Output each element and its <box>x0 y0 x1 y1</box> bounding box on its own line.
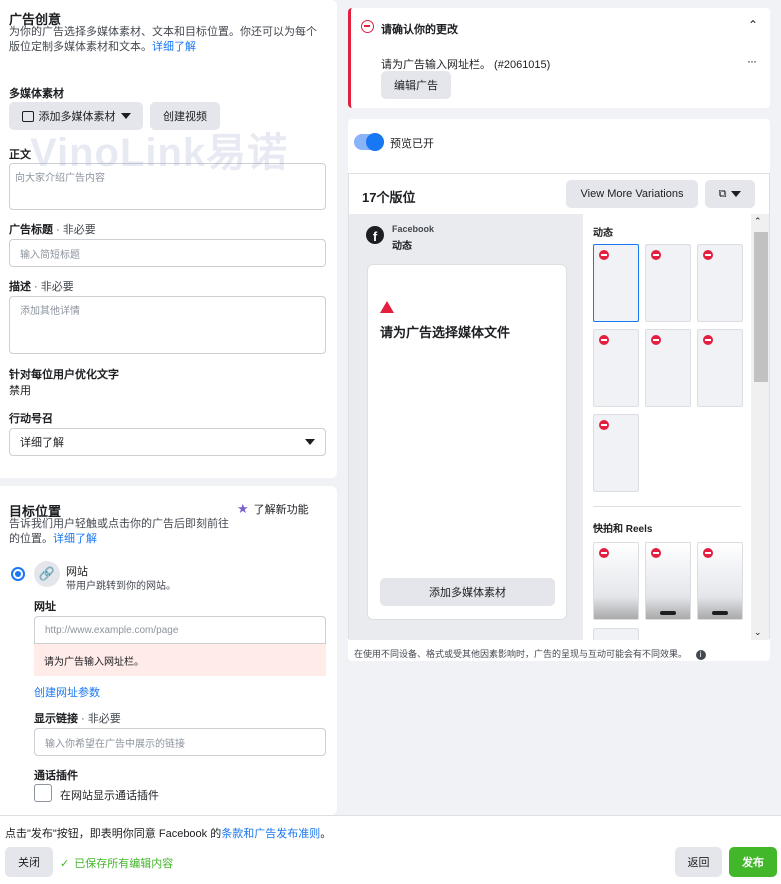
body-label: 正文 <box>9 149 31 161</box>
platform-label: Facebook <box>392 224 435 234</box>
preview-toggle-label: 预览已开 <box>390 138 434 150</box>
new-feature-label: 了解新功能 <box>253 504 309 516</box>
headline-label: 广告标题 · 非必要 <box>9 224 96 236</box>
placement-thumb[interactable] <box>697 244 743 322</box>
description-label: 描述 · 非必要 <box>9 281 74 293</box>
select-media-warning: 请为广告选择媒体文件 <box>380 325 511 340</box>
alert-title: 请确认你的更改 <box>381 24 458 36</box>
creative-card: 广告创意 为你的广告选择多媒体素材、文本和目标位置。你还可以为每个版位定制多媒体… <box>0 0 337 478</box>
creative-desc: 为你的广告选择多媒体素材、文本和目标位置。你还可以为每个版位定制多媒体素材和文本… <box>9 26 317 53</box>
right-column: 请确认你的更改 ⌃ 请为广告输入网址栏。 (#2061015) ··· 编辑广告… <box>339 0 781 815</box>
destination-card: 目标位置 ★ 了解新功能 告诉我们用户轻触或点击你的广告后即刻前往的位置。详细了… <box>0 486 337 815</box>
learn-more-link[interactable]: 详细了解 <box>152 41 196 53</box>
headline-input[interactable]: 输入简短标题 <box>9 239 326 267</box>
media-label: 多媒体素材 <box>9 88 64 100</box>
preview-disclaimer: 在使用不同设备、格式或受其他因素影响时，广告的呈现与互动可能会有不同效果。 i <box>354 647 706 660</box>
url-label: 网址 <box>34 601 56 613</box>
info-icon[interactable]: i <box>695 650 706 660</box>
url-error: 请为广告输入网址栏。 <box>34 644 326 676</box>
view-more-variations-button[interactable]: View More Variations <box>566 180 698 208</box>
external-link-icon: ⧉ <box>718 187 727 200</box>
optimize-label: 针对每位用户优化文字 <box>9 369 119 381</box>
chevron-down-icon <box>120 113 131 119</box>
learn-more-link[interactable]: 详细了解 <box>53 533 97 545</box>
preview-toggle[interactable] <box>354 133 384 151</box>
placement-thumb[interactable] <box>593 542 639 620</box>
footer: 点击"发布"按钮，即表明你同意 Facebook 的条款和广告发布准则。 关闭 … <box>0 815 781 884</box>
divider <box>593 506 741 507</box>
placements-count: 17个版位 <box>362 190 416 205</box>
cta-select[interactable]: 详细了解 <box>9 428 326 456</box>
saved-status: ✓ 已保存所有编辑内容 <box>60 855 173 871</box>
add-media-button[interactable]: 添加多媒体素材 <box>9 102 143 130</box>
check-icon: ✓ <box>60 857 70 870</box>
left-column: 广告创意 为你的广告选择多媒体素材、文本和目标位置。你还可以为每个版位定制多媒体… <box>0 0 339 815</box>
publish-button[interactable]: 发布 <box>729 847 777 877</box>
more-options-icon[interactable]: ··· <box>747 54 757 68</box>
scrollbar-thumb[interactable] <box>754 232 768 382</box>
placement-thumb[interactable] <box>593 244 639 322</box>
placement-thumb[interactable] <box>593 414 639 492</box>
website-radio[interactable] <box>11 567 25 581</box>
terms-link[interactable]: 条款和广告发布准则 <box>221 828 320 840</box>
url-input[interactable]: http://www.example.com/page <box>34 616 326 644</box>
facebook-icon: f <box>366 226 384 244</box>
preview-card: 预览已开 17个版位 View More Variations ⧉ f Face… <box>348 119 770 661</box>
placement-thumb[interactable] <box>645 329 691 407</box>
call-plugin-checkbox[interactable] <box>34 784 52 802</box>
terms-agreement: 点击"发布"按钮，即表明你同意 Facebook 的条款和广告发布准则。 <box>5 828 332 840</box>
url-params-link[interactable]: 创建网址参数 <box>34 684 100 700</box>
optimize-value: 禁用 <box>9 385 31 397</box>
description-textarea[interactable]: 添加其他详情 <box>9 296 326 354</box>
create-video-button[interactable]: 创建视频 <box>150 102 220 130</box>
back-button[interactable]: 返回 <box>675 847 722 877</box>
star-icon: ★ <box>237 501 249 516</box>
error-icon <box>361 20 374 33</box>
add-media-button[interactable]: 添加多媒体素材 <box>380 578 555 606</box>
destination-desc: 告诉我们用户轻触或点击你的广告后即刻前往的位置。详细了解 <box>9 518 229 545</box>
alert-message: 请为广告输入网址栏。 (#2061015) <box>381 59 551 71</box>
placement-label: 动态 <box>392 241 412 252</box>
close-button[interactable]: 关闭 <box>5 847 53 877</box>
link-icon: 🔗 <box>34 561 60 587</box>
placement-thumb[interactable] <box>697 329 743 407</box>
call-plugin-label: 通话插件 <box>34 770 78 782</box>
warning-icon <box>380 301 394 313</box>
share-dropdown-button[interactable]: ⧉ <box>705 180 755 208</box>
chevron-up-icon[interactable]: ⌃ <box>748 18 758 32</box>
edit-ad-button[interactable]: 编辑广告 <box>381 71 451 99</box>
add-media-label: 添加多媒体素材 <box>38 111 116 123</box>
website-sub: 带用户跳转到你的网站。 <box>66 581 176 592</box>
scrollbar[interactable]: ⌃ ⌄ <box>751 214 769 640</box>
chevron-down-icon <box>305 439 315 445</box>
display-link-input[interactable]: 输入你希望在广告中展示的链接 <box>34 728 326 756</box>
cta-value: 详细了解 <box>20 437 64 449</box>
scroll-up-icon[interactable]: ⌃ <box>754 216 762 227</box>
placement-thumb[interactable] <box>645 244 691 322</box>
placement-thumb[interactable] <box>593 628 639 640</box>
cta-label: 行动号召 <box>9 413 53 425</box>
placement-thumb[interactable] <box>697 542 743 620</box>
placements-panel: 17个版位 View More Variations ⧉ f Facebook … <box>348 173 770 640</box>
new-feature-link[interactable]: ★ 了解新功能 <box>237 501 309 517</box>
body-textarea[interactable]: 向大家介绍广告内容 <box>9 163 326 210</box>
confirm-changes-alert: 请确认你的更改 ⌃ 请为广告输入网址栏。 (#2061015) ··· 编辑广告 <box>348 8 770 108</box>
ad-preview-frame: 请为广告选择媒体文件 添加多媒体素材 <box>367 264 567 620</box>
ad-preview-pane: f Facebook 动态 请为广告选择媒体文件 添加多媒体素材 <box>349 214 583 640</box>
display-link-label: 显示链接 · 非必要 <box>34 713 121 725</box>
section-feed: 动态 <box>593 228 613 239</box>
chevron-down-icon <box>731 191 742 197</box>
placement-thumb[interactable] <box>593 329 639 407</box>
image-icon <box>21 110 34 122</box>
scroll-down-icon[interactable]: ⌄ <box>754 627 762 638</box>
placement-thumbnails: 动态 快拍和 Reels <box>583 214 751 640</box>
placement-thumb[interactable] <box>645 542 691 620</box>
saved-text: 已保存所有编辑内容 <box>74 858 174 870</box>
call-plugin-checkbox-label: 在网站显示通话插件 <box>60 790 159 802</box>
section-reels: 快拍和 Reels <box>593 524 653 535</box>
